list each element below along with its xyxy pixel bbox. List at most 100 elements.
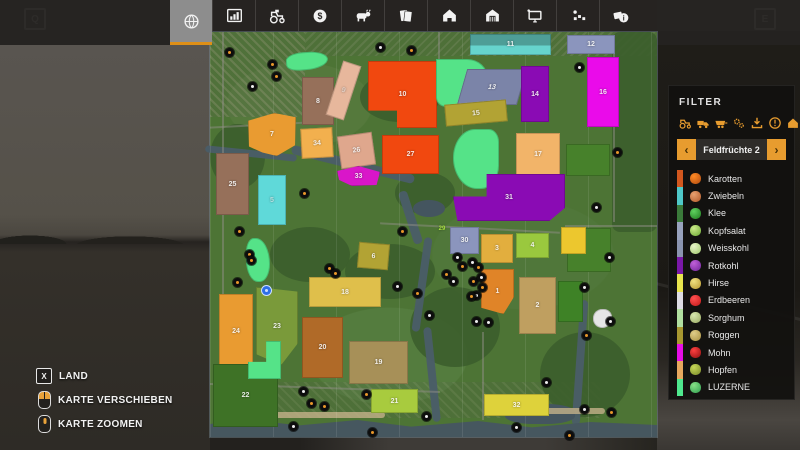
next-category-button[interactable]: › xyxy=(767,139,786,160)
category-label: Feldfrüchte 2 xyxy=(696,139,767,160)
tab-contracts[interactable] xyxy=(384,0,427,31)
warning-filter-icon[interactable] xyxy=(768,116,782,130)
crop-filter-mohn[interactable]: Mohn xyxy=(677,344,786,361)
tab-computer[interactable] xyxy=(513,0,556,31)
prev-category-button[interactable]: ‹ xyxy=(677,139,696,160)
field-number: 14 xyxy=(531,91,539,98)
tab-finances[interactable]: $ xyxy=(298,0,341,31)
map-field-29[interactable]: 29 xyxy=(434,223,450,234)
crop-filter-rotkohl[interactable]: Rotkohl xyxy=(677,257,786,274)
map-hotspot-marker xyxy=(565,431,574,440)
crop-label: Kopfsalat xyxy=(708,226,746,236)
truck-filter-icon[interactable] xyxy=(696,116,710,130)
map-field-20[interactable]: 20 xyxy=(302,317,343,378)
field-number: 1 xyxy=(496,288,500,295)
map-hotspot-marker xyxy=(247,256,256,265)
map-hotspot-marker xyxy=(300,189,309,198)
crop-color-swatch xyxy=(677,205,683,222)
map-field-18[interactable]: 18 xyxy=(309,277,381,307)
gears-filter-icon[interactable] xyxy=(732,116,746,130)
map-hotspot-marker xyxy=(268,60,277,69)
animals-icon xyxy=(354,7,372,25)
tab-statistics[interactable] xyxy=(212,0,255,31)
crop-filter-luzerne[interactable]: LUZERNE xyxy=(677,379,786,396)
crop-filter-erdbeeren[interactable]: Erdbeeren xyxy=(677,292,786,309)
crop-filter-weisskohl[interactable]: Weisskohl xyxy=(677,240,786,257)
field-number: 25 xyxy=(229,181,237,188)
map-field[interactable] xyxy=(561,227,586,254)
finances-icon: $ xyxy=(312,8,328,24)
crop-filter-karotten[interactable]: Karotten xyxy=(677,170,786,187)
crop-filter-zwiebeln[interactable]: Zwiebeln xyxy=(677,187,786,204)
crop-label: Sorghum xyxy=(708,313,745,323)
crop-filter-hirse[interactable]: Hirse xyxy=(677,274,786,291)
map-field-34[interactable]: 34 xyxy=(300,127,334,159)
field-number: 6 xyxy=(371,252,376,259)
map-hotspot-marker xyxy=(248,82,257,91)
map-field-30[interactable]: 30 xyxy=(450,227,479,254)
map-hotspot-marker xyxy=(613,148,622,157)
field-number: 24 xyxy=(232,328,240,335)
crop-label: Karotten xyxy=(708,174,742,184)
map-field-19[interactable]: 19 xyxy=(349,341,408,384)
map-hotspot-marker xyxy=(331,269,340,278)
tab-vehicles[interactable] xyxy=(255,0,298,31)
map-field[interactable] xyxy=(285,50,328,72)
map-icon xyxy=(183,13,200,30)
tractor-filter-icon[interactable] xyxy=(678,116,692,130)
map-field-6[interactable]: 6 xyxy=(357,242,390,271)
kopfsalat-icon xyxy=(690,225,701,236)
map-field-25[interactable]: 25 xyxy=(216,153,249,215)
map-hotspot-marker xyxy=(233,278,242,287)
tab-map[interactable] xyxy=(170,0,212,45)
crop-filter-sorghum[interactable]: Sorghum xyxy=(677,309,786,326)
tab-production[interactable] xyxy=(556,0,599,31)
map-field-32[interactable]: 32 xyxy=(484,394,549,416)
map-field-14[interactable]: 14 xyxy=(521,66,549,122)
field-number: 10 xyxy=(399,91,407,98)
crop-filter-klee[interactable]: Klee xyxy=(677,205,786,222)
sorghum-icon xyxy=(690,312,701,323)
filter-panel: FILTER ‹ Feldfrüchte 2 › KarottenZwiebel… xyxy=(668,85,795,400)
beach xyxy=(545,408,605,414)
tab-prices[interactable]: i xyxy=(599,0,642,31)
map-field-17[interactable]: 17 xyxy=(516,133,560,176)
field-number: 4 xyxy=(531,242,535,249)
crop-filter-hopfen[interactable]: Hopfen xyxy=(677,361,786,378)
mouse-buttons-icon xyxy=(38,391,51,409)
map-field-3[interactable]: 3 xyxy=(481,234,513,263)
map-field-4[interactable]: 4 xyxy=(516,233,549,258)
map-field-5[interactable]: 5 xyxy=(258,175,286,225)
trailer-filter-icon[interactable] xyxy=(714,116,728,130)
map-field-24[interactable]: 24 xyxy=(219,294,253,369)
map-field-16[interactable]: 16 xyxy=(587,57,619,127)
map-field-26[interactable]: 26 xyxy=(337,132,376,170)
field-number: 15 xyxy=(472,109,480,117)
world-map[interactable]: 1112891073426273325513141615173161823242… xyxy=(210,32,657,437)
field-number: 5 xyxy=(270,197,274,204)
field-number: 26 xyxy=(352,146,361,154)
map-field-15[interactable]: 15 xyxy=(444,99,508,126)
map-hotspot-marker xyxy=(272,72,281,81)
map-field-2[interactable]: 2 xyxy=(519,277,556,334)
hopfen-icon xyxy=(690,364,701,375)
crop-label: Hopfen xyxy=(708,365,737,375)
crop-filter-kopfsalat[interactable]: Kopfsalat xyxy=(677,222,786,239)
map-field[interactable] xyxy=(566,144,610,176)
house-filter-icon[interactable] xyxy=(786,116,800,130)
field-number: 32 xyxy=(513,402,521,409)
tab-buildings[interactable] xyxy=(470,0,513,31)
map-field-21[interactable]: 21 xyxy=(371,389,418,413)
crop-filter-roggen[interactable]: Roggen xyxy=(677,327,786,344)
field-number: 21 xyxy=(391,398,399,405)
tab-garage[interactable] xyxy=(427,0,470,31)
crop-color-swatch xyxy=(677,187,683,204)
map-field-1[interactable]: 1 xyxy=(481,269,514,314)
tab-animals[interactable] xyxy=(341,0,384,31)
crop-label: LUZERNE xyxy=(708,382,750,392)
map-hotspot-marker xyxy=(472,317,481,326)
buildings-icon xyxy=(484,7,501,24)
download-filter-icon[interactable] xyxy=(750,116,764,130)
crop-color-swatch xyxy=(677,379,683,396)
map-field-27[interactable]: 27 xyxy=(382,135,439,174)
